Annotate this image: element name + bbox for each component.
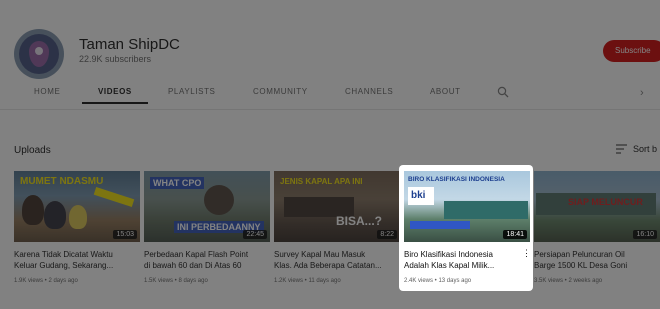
thumbnail-caption: MUMET NDASMU <box>20 176 104 187</box>
video-title-line: Biro Klasifikasi Indonesia <box>404 250 493 259</box>
video-card[interactable]: MUMET NDASMU 15:03 Karena Tidak Dicatat … <box>14 171 140 284</box>
video-thumbnail[interactable]: BIRO KLASIFIKASI INDONESIA bki 18:41 <box>404 171 530 242</box>
tab-channels[interactable]: CHANNELS <box>345 87 393 96</box>
channel-tabs: HOME VIDEOS PLAYLISTS COMMUNITY CHANNELS… <box>0 82 660 108</box>
tabs-divider <box>0 109 660 110</box>
subscriber-count: 22.9K subscribers <box>79 54 152 64</box>
tab-playlists[interactable]: PLAYLISTS <box>168 87 216 96</box>
person-figure <box>69 205 87 229</box>
arrow-decoration <box>93 187 135 207</box>
video-thumbnail[interactable]: WHAT CPO INI PERBEDAANNY 22:45 <box>144 171 270 242</box>
thumbnail-caption: JENIS KAPAL APA INI <box>280 177 363 186</box>
chevron-right-icon[interactable]: › <box>640 87 644 99</box>
video-card[interactable]: JENIS KAPAL APA INI BISA...? 8:22 Survey… <box>274 171 400 284</box>
video-title-line: Karena Tidak Dicatat Waktu <box>14 250 113 259</box>
subscribe-button[interactable]: Subscribe <box>603 40 660 62</box>
tab-community[interactable]: COMMUNITY <box>253 87 308 96</box>
video-title-line: Perbedaan Kapal Flash Point <box>144 250 249 259</box>
video-title-line: Persiapan Peluncuran Oil <box>534 250 625 259</box>
thumbnail-caption: WHAT CPO <box>150 177 205 189</box>
video-title-line: Barge 1500 KL Desa Goni <box>534 261 628 270</box>
video-meta: 3.5K views • 2 weeks ago <box>534 278 603 284</box>
person-figure <box>204 185 234 215</box>
tab-about[interactable]: ABOUT <box>430 87 461 96</box>
search-icon[interactable] <box>497 86 509 98</box>
channel-avatar[interactable] <box>14 29 64 79</box>
more-vert-icon[interactable]: ⋮ <box>522 249 531 258</box>
video-meta: 1.9K views • 2 days ago <box>14 278 78 284</box>
video-card[interactable]: SIAP MELUNCUR 16:10 Persiapan Peluncuran… <box>534 171 660 284</box>
person-figure <box>44 201 66 229</box>
sort-icon[interactable] <box>616 144 628 154</box>
video-thumbnail[interactable]: SIAP MELUNCUR 16:10 <box>534 171 660 242</box>
youtube-channel-page: Taman ShipDC 22.9K subscribers Subscribe… <box>0 0 660 309</box>
bki-logo-text: bki <box>411 190 426 201</box>
video-title[interactable]: Perbedaan Kapal Flash Point di bawah 60 d… <box>144 249 256 271</box>
video-title-line: Keluar Gudang, Sekarang... <box>14 261 114 270</box>
video-card[interactable]: WHAT CPO INI PERBEDAANNY 22:45 Perbedaan… <box>144 171 270 284</box>
video-title-line: Adalah Klas Kapal Milik... <box>404 261 495 270</box>
section-title: Uploads <box>14 145 51 156</box>
video-title[interactable]: Survey Kapal Mau Masuk Klas. Ada Beberapa… <box>274 249 386 271</box>
video-meta: 1.2K views • 11 days ago <box>274 278 341 284</box>
video-title-line: Survey Kapal Mau Masuk <box>274 250 366 259</box>
video-title-line: di bawah 60 dan Di Atas 60 <box>144 261 242 270</box>
avatar-dot <box>35 47 43 55</box>
video-duration: 15:03 <box>113 230 137 239</box>
channel-name[interactable]: Taman ShipDC <box>79 36 180 53</box>
video-meta: 2.4K views • 13 days ago <box>404 278 472 284</box>
video-thumbnail[interactable]: MUMET NDASMU 15:03 <box>14 171 140 242</box>
video-duration: 8:22 <box>377 230 397 239</box>
video-title[interactable]: Karena Tidak Dicatat Waktu Keluar Gudang,… <box>14 249 126 271</box>
video-duration: 22:45 <box>243 230 267 239</box>
video-thumbnail[interactable]: JENIS KAPAL APA INI BISA...? 8:22 <box>274 171 400 242</box>
video-title-line: Klas. Ada Beberapa Catatan... <box>274 261 382 270</box>
thumbnail-caption: BISA...? <box>336 214 383 228</box>
video-title[interactable]: Persiapan Peluncuran Oil Barge 1500 KL De… <box>534 249 646 271</box>
video-duration: 16:10 <box>633 230 657 239</box>
person-figure <box>22 195 44 225</box>
video-meta: 1.5K views • 8 days ago <box>144 278 208 284</box>
tab-videos[interactable]: VIDEOS <box>98 87 132 96</box>
video-title[interactable]: Biro Klasifikasi Indonesia Adalah Klas Ka… <box>404 249 516 271</box>
video-duration: 18:41 <box>503 230 527 239</box>
thumbnail-caption: SIAP MELUNCUR <box>568 197 643 207</box>
caption-banner <box>410 221 470 229</box>
active-tab-underline <box>82 102 148 104</box>
sort-by-button[interactable]: Sort b <box>633 144 657 154</box>
tab-home[interactable]: HOME <box>34 87 60 96</box>
video-card-highlighted[interactable]: BIRO KLASIFIKASI INDONESIA bki 18:41 Bir… <box>404 171 531 284</box>
thumbnail-caption: BIRO KLASIFIKASI INDONESIA <box>408 176 505 183</box>
ship-hull <box>444 201 528 219</box>
